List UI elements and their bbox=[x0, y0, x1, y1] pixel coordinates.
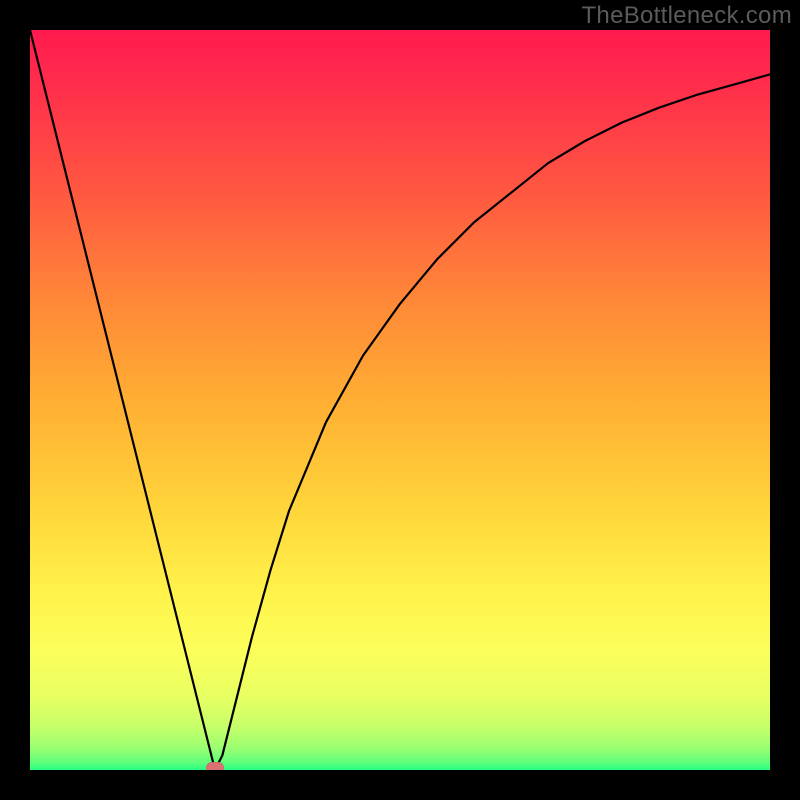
plot-area bbox=[30, 30, 770, 770]
watermark-text: TheBottleneck.com bbox=[581, 2, 792, 30]
bottleneck-curve bbox=[30, 30, 770, 770]
curve-path bbox=[30, 30, 770, 770]
chart-frame: TheBottleneck.com bbox=[0, 0, 800, 800]
optimum-marker bbox=[206, 762, 224, 770]
